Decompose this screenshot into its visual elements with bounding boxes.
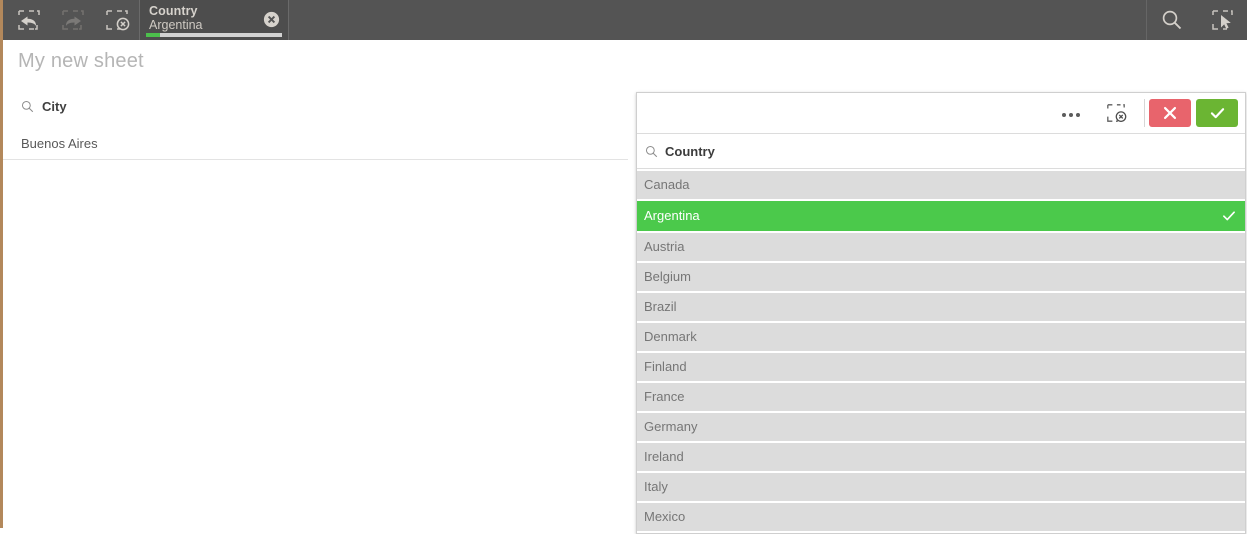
selections-tool-icon — [1212, 10, 1233, 30]
selection-back-icon — [18, 10, 40, 30]
table-row[interactable]: Denmark — [637, 323, 1245, 351]
selections-tool-button[interactable] — [1197, 0, 1247, 40]
list-item[interactable]: Buenos Aires — [3, 128, 628, 160]
table-row[interactable]: Belgium — [637, 263, 1245, 291]
search-icon — [21, 100, 34, 112]
country-row-label: Finland — [644, 359, 687, 374]
more-options-icon — [1061, 104, 1082, 122]
step-back-selection-button[interactable] — [7, 0, 51, 40]
country-row-label: Canada — [644, 177, 690, 192]
selection-forward-icon — [62, 10, 84, 30]
popup-toolbar — [637, 93, 1245, 134]
table-row[interactable]: Austria — [637, 233, 1245, 261]
step-forward-selection-button[interactable] — [51, 0, 95, 40]
table-row[interactable]: France — [637, 383, 1245, 411]
listbox-city: City Buenos Aires — [3, 92, 628, 160]
table-row[interactable]: Germany — [637, 413, 1245, 441]
table-row[interactable]: Finland — [637, 353, 1245, 381]
country-row-label: Mexico — [644, 509, 686, 524]
selection-state-bar-fill — [146, 33, 160, 37]
country-row-label: Denmark — [644, 329, 697, 344]
check-icon — [1210, 108, 1224, 119]
confirm-selection-button[interactable] — [1196, 99, 1238, 127]
selection-clear-icon — [1107, 104, 1127, 122]
country-row-label: Austria — [644, 239, 685, 254]
country-row-label: Germany — [644, 419, 698, 434]
search-icon — [1162, 10, 1182, 30]
country-row-label: Italy — [644, 479, 668, 494]
listbox-country-popup: Country Canada Argentina Austria Belgium… — [636, 92, 1246, 534]
selection-chip-value: Argentina — [149, 18, 203, 32]
app-window: Country Argentina My new sheet City Buen… — [0, 0, 1247, 534]
more-options-button[interactable] — [1050, 94, 1092, 132]
selection-clear-icon — [106, 10, 130, 31]
selection-chip-country[interactable]: Country Argentina — [139, 0, 289, 40]
selection-nav-tools — [7, 0, 139, 40]
country-row-label: Belgium — [644, 269, 691, 284]
selection-toolbar: Country Argentina — [3, 0, 1247, 40]
listbox-city-header[interactable]: City — [3, 92, 628, 120]
popup-toolbar-divider — [1144, 99, 1145, 127]
clear-selection-button[interactable] — [1092, 94, 1140, 132]
search-icon — [645, 145, 658, 157]
selection-state-bar — [146, 33, 282, 37]
table-row[interactable]: Ireland — [637, 443, 1245, 471]
cancel-selection-button[interactable] — [1149, 99, 1191, 127]
country-row-label: Brazil — [644, 299, 677, 314]
selection-chip-field: Country — [149, 4, 198, 18]
sheet-canvas: My new sheet City Buenos Aires Country C… — [3, 40, 1247, 534]
table-row[interactable]: Brazil — [637, 293, 1245, 321]
cross-icon — [1163, 106, 1177, 120]
close-circle-icon — [263, 11, 280, 28]
country-rows: Canada Argentina Austria Belgium Brazil … — [637, 169, 1245, 531]
country-row-label: Argentina — [644, 208, 700, 223]
clear-all-selections-button[interactable] — [95, 0, 139, 40]
smart-search-button[interactable] — [1147, 0, 1197, 40]
table-row[interactable]: Mexico — [637, 503, 1245, 531]
listbox-city-rows: Buenos Aires — [3, 128, 628, 160]
table-row[interactable]: Canada — [637, 171, 1245, 199]
country-search-field[interactable]: Country — [637, 134, 1245, 169]
table-row[interactable]: Argentina — [637, 201, 1245, 231]
country-search-label: Country — [665, 143, 715, 159]
selection-chip-close-button[interactable] — [263, 11, 280, 28]
listbox-city-field-label: City — [42, 98, 67, 114]
country-row-label: Ireland — [644, 449, 684, 464]
country-row-label: France — [644, 389, 685, 404]
page-title: My new sheet — [18, 50, 144, 72]
check-icon — [1222, 210, 1236, 222]
table-row[interactable]: Italy — [637, 473, 1245, 501]
selection-right-tools — [1147, 0, 1247, 40]
